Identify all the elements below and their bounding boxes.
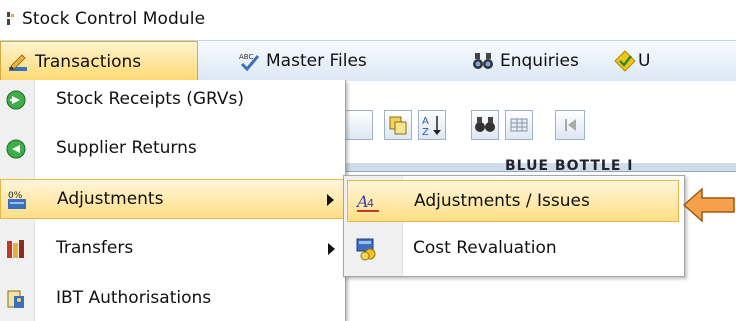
app-icon (7, 12, 14, 25)
first-record-icon (565, 119, 576, 131)
menu-master-files[interactable]: ABC Master Files (238, 41, 367, 81)
grid-button[interactable] (505, 110, 533, 140)
submenu-item-label: Cost Revaluation (413, 238, 557, 258)
menu-utilities-label: U (638, 51, 651, 71)
menu-item-ibt-authorisations[interactable]: IBT Authorisations (0, 279, 345, 319)
svg-text:A: A (422, 116, 429, 127)
receipt-in-icon (6, 90, 26, 110)
adjustments-submenu: A 4 Adjustments / Issues Cost Revaluatio… (343, 175, 685, 277)
menu-enquiries[interactable]: Enquiries (472, 41, 579, 81)
binoculars-icon (475, 117, 495, 132)
binoculars-icon (473, 53, 493, 69)
menu-item-supplier-returns[interactable]: Supplier Returns (0, 129, 345, 169)
return-icon (6, 139, 26, 159)
ruler-pencil-icon (9, 53, 27, 71)
svg-text:0%: 0% (8, 191, 23, 201)
menu-item-label: Stock Receipts (GRVs) (56, 89, 245, 109)
authorisation-icon (7, 290, 24, 308)
transactions-dropdown: Stock Receipts (GRVs) Supplier Returns 0… (0, 80, 346, 321)
menu-item-label: Adjustments (57, 189, 164, 209)
menu-item-stock-receipts[interactable]: Stock Receipts (GRVs) (0, 80, 345, 120)
submenu-item-cost-revaluation[interactable]: Cost Revaluation (347, 228, 679, 270)
submenu-item-label: Adjustments / Issues (414, 191, 590, 211)
menu-bar: Transactions ABC Master Files Enquiries … (0, 40, 736, 82)
menu-item-label: IBT Authorisations (56, 288, 212, 308)
revaluation-icon (356, 238, 376, 261)
menu-transactions-label: Transactions (35, 51, 142, 72)
transfer-books-icon (7, 240, 24, 258)
find-button[interactable] (471, 110, 499, 140)
svg-text:ABC: ABC (239, 53, 253, 61)
svg-text:Z: Z (422, 127, 429, 138)
grid-icon (510, 118, 528, 132)
sort-az-button[interactable]: A Z (418, 110, 446, 140)
spellcheck-icon: ABC (239, 53, 260, 72)
diamond-check-icon (614, 50, 636, 72)
first-record-button[interactable] (555, 110, 585, 140)
submenu-arrow-icon (328, 243, 335, 255)
sort-az-icon: A Z (422, 116, 441, 138)
title-bar: Stock Control Module (0, 0, 736, 40)
svg-text:4: 4 (367, 197, 374, 210)
paste-icon (389, 116, 407, 135)
copy-button[interactable] (345, 110, 373, 140)
menu-item-transfers[interactable]: Transfers (0, 229, 345, 269)
menu-transactions[interactable]: Transactions (0, 41, 198, 81)
menu-item-label: Supplier Returns (56, 138, 197, 158)
percent-adjust-icon: 0% (8, 191, 26, 209)
submenu-item-adjustments-issues[interactable]: A 4 Adjustments / Issues (347, 180, 679, 222)
window-title: Stock Control Module (22, 9, 206, 29)
grid-header-text: BLUE BOTTLE I (505, 158, 634, 170)
menu-item-label: Transfers (56, 238, 134, 258)
menu-item-adjustments[interactable]: 0% Adjustments (0, 179, 345, 219)
adjust-a-icon: A 4 (356, 192, 379, 212)
submenu-arrow-icon (327, 194, 334, 206)
menu-master-files-label: Master Files (266, 51, 367, 71)
pointer-arrow-icon (682, 187, 735, 223)
paste-button[interactable] (384, 110, 412, 140)
menu-enquiries-label: Enquiries (500, 51, 579, 71)
